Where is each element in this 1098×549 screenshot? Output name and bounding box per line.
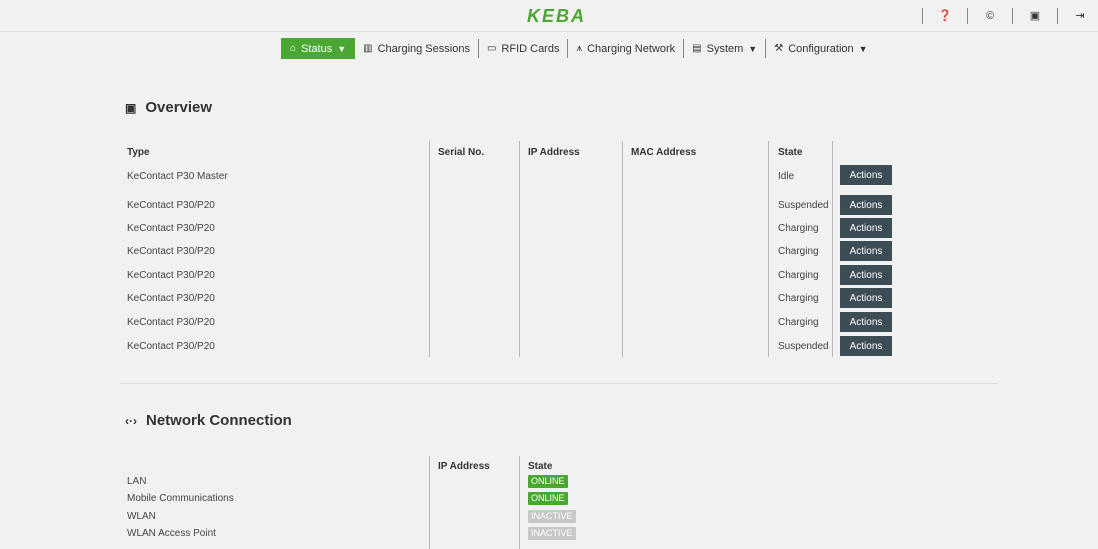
keba-logo: KEBA	[527, 6, 587, 26]
status-badge: INACTIVE	[528, 510, 576, 523]
section-title-text: Network Connection	[146, 412, 292, 429]
caret-down-icon: ▼	[748, 43, 758, 54]
actions-button[interactable]: Actions	[840, 336, 892, 356]
overview-title: ▣ Overview	[125, 99, 212, 116]
separator	[1012, 7, 1013, 24]
col-mac: MAC Address	[631, 147, 697, 158]
nav-label: RFID Cards	[501, 42, 560, 55]
row-type: KeContact P30/P20	[127, 341, 215, 352]
column-divider	[519, 141, 520, 357]
column-divider	[832, 141, 833, 357]
row-state: Charging	[778, 223, 819, 234]
net-name: WLAN Access Point	[127, 528, 216, 539]
nav-label: Status	[301, 42, 333, 55]
nav-label: Charging Sessions	[377, 42, 470, 55]
row-state: Charging	[778, 293, 819, 304]
actions-button[interactable]: Actions	[840, 195, 892, 215]
net-col-state: State	[528, 461, 553, 472]
row-state: Charging	[778, 317, 819, 328]
network-icon: ⩚	[576, 43, 583, 54]
row-type: KeContact P30 Master	[127, 171, 228, 182]
row-type: KeContact P30/P20	[127, 270, 215, 281]
charging-sessions-icon: ▥	[363, 43, 373, 54]
nav-configuration[interactable]: ⚒ Configuration ▼	[766, 38, 875, 59]
section-title-text: Overview	[145, 99, 213, 116]
row-state: Charging	[778, 270, 819, 281]
net-col-ip: IP Address	[438, 461, 490, 472]
row-type: KeContact P30/P20	[127, 246, 215, 257]
nav-label: System	[706, 42, 744, 55]
row-type: KeContact P30/P20	[127, 200, 215, 211]
wrench-icon: ⚒	[774, 43, 784, 54]
row-state: Charging	[778, 246, 819, 257]
rfid-card-icon: ▭	[486, 43, 497, 54]
home-icon: ⌂	[290, 43, 297, 54]
actions-button[interactable]: Actions	[840, 265, 892, 285]
help-icon[interactable]: ❓	[937, 8, 953, 24]
system-icon: ▤	[692, 43, 702, 54]
logout-icon[interactable]: ⇥	[1072, 8, 1088, 24]
arrows-icon: ‹·›	[125, 413, 137, 428]
caret-down-icon: ▼	[337, 43, 347, 54]
status-badge: INACTIVE	[528, 527, 576, 540]
net-name: Mobile Communications	[127, 493, 234, 504]
row-state: Idle	[778, 171, 795, 182]
separator	[967, 7, 968, 24]
nav-rfid-cards[interactable]: ▭ RFID Cards	[479, 38, 568, 59]
nav-status[interactable]: ⌂ Status ▼	[281, 38, 356, 59]
nav-charging-sessions[interactable]: ▥ Charging Sessions	[355, 38, 478, 59]
main-nav: ⌂ Status ▼ ▥ Charging Sessions ▭ RFID Ca…	[281, 38, 876, 59]
col-ip: IP Address	[528, 147, 580, 158]
actions-button[interactable]: Actions	[840, 288, 892, 308]
actions-button[interactable]: Actions	[840, 241, 892, 261]
row-type: KeContact P30/P20	[127, 223, 215, 234]
nav-label: Charging Network	[587, 42, 676, 55]
net-name: WLAN	[127, 511, 156, 522]
status-badge: ONLINE	[528, 475, 568, 488]
top-icons: ❓ © ▣ ⇥	[908, 0, 1098, 31]
top-bar: KEBA ❓ © ▣ ⇥	[0, 0, 1098, 32]
status-badge: ONLINE	[528, 492, 568, 505]
actions-button[interactable]: Actions	[840, 218, 892, 238]
actions-button[interactable]: Actions	[840, 165, 892, 185]
separator	[922, 7, 923, 24]
col-state: State	[778, 147, 803, 158]
column-divider	[622, 141, 623, 357]
nav-system[interactable]: ▤ System ▼	[684, 38, 765, 59]
column-divider	[429, 141, 430, 357]
column-divider	[768, 141, 769, 357]
separator	[1057, 7, 1058, 24]
section-divider	[120, 383, 998, 384]
col-serial: Serial No.	[438, 147, 485, 158]
nav-label: Configuration	[788, 42, 854, 55]
row-state: Suspended	[778, 200, 829, 211]
user-card-icon[interactable]: ▣	[1027, 8, 1043, 24]
copyright-icon[interactable]: ©	[982, 8, 998, 24]
col-type: Type	[127, 147, 150, 158]
net-name: LAN	[127, 476, 147, 487]
row-type: KeContact P30/P20	[127, 293, 215, 304]
actions-button[interactable]: Actions	[840, 312, 892, 332]
nav-charging-network[interactable]: ⩚ Charging Network	[568, 38, 683, 59]
column-divider	[519, 456, 520, 549]
row-state: Suspended	[778, 341, 829, 352]
row-type: KeContact P30/P20	[127, 317, 215, 328]
network-title: ‹·› Network Connection	[125, 412, 292, 429]
caret-down-icon: ▼	[858, 43, 868, 54]
calendar-icon: ▣	[125, 100, 137, 115]
column-divider	[429, 456, 430, 549]
